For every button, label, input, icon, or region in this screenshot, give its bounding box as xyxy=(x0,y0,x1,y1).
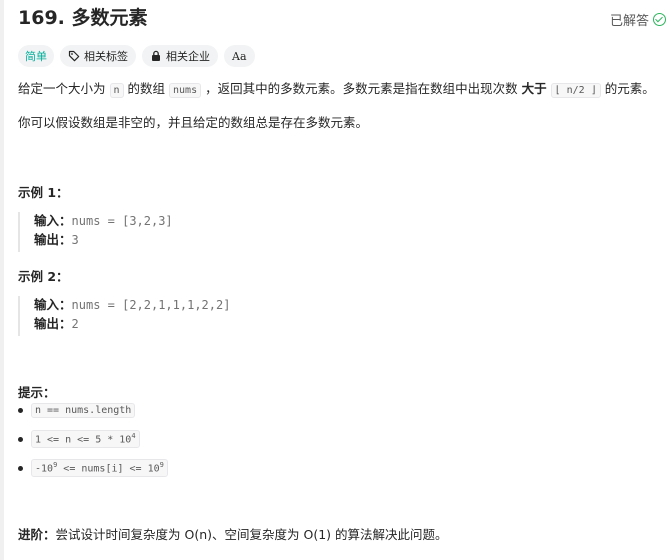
tag-bar: 简单 相关标签 相关企业 Aa xyxy=(18,45,255,67)
constraint-text: -10 xyxy=(35,463,54,475)
tag-icon xyxy=(68,50,80,62)
constraint-item: -109 <= nums[i] <= 109 xyxy=(18,458,168,478)
solved-label: 已解答 xyxy=(609,14,649,29)
desc-text: ，返回其中的多数元素。多数元素是指在数组中出现次数 xyxy=(205,81,518,96)
constraint-item: 1 <= n <= 5 * 104 xyxy=(18,429,140,449)
font-size-button[interactable]: Aa xyxy=(224,45,255,67)
input-value: nums = [2,2,1,1,1,2,2] xyxy=(71,298,231,312)
example-1-block: 输入：nums = [3,2,3] 输出：3 xyxy=(18,212,320,252)
related-companies-button[interactable]: 相关企业 xyxy=(142,45,218,67)
input-value: nums = [3,2,3] xyxy=(71,214,173,228)
example-2-output: 输出：2 xyxy=(34,315,79,333)
example-2-input: 输入：nums = [2,2,1,1,1,2,2] xyxy=(34,296,230,314)
example-2-title: 示例 2： xyxy=(18,269,69,284)
follow-up: 进阶：尝试设计时间复杂度为 O(n)、空间复杂度为 O(1) 的算法解决此问题。 xyxy=(18,526,448,544)
constraint-code: -109 <= nums[i] <= 109 xyxy=(31,459,168,477)
lock-icon xyxy=(150,50,162,62)
desc-text: 的元素。 xyxy=(604,81,655,96)
panel-divider xyxy=(0,0,4,560)
example-2-block: 输入：nums = [2,2,1,1,1,2,2] 输出：2 xyxy=(18,296,320,336)
output-label: 输出： xyxy=(34,232,72,247)
title-row: 169. 多数元素 已解答 xyxy=(18,5,666,33)
constraint-code: 1 <= n <= 5 * 104 xyxy=(31,430,140,448)
bullet-icon xyxy=(18,436,23,442)
solved-status: 已解答 xyxy=(610,10,666,29)
description-paragraph-1: 给定一个大小为 n 的数组 nums ，返回其中的多数元素。多数元素是指在数组中… xyxy=(18,80,655,100)
constraint-item: n == nums.length xyxy=(18,400,136,420)
example-1-output: 输出：3 xyxy=(34,231,79,249)
desc-text: 的数组 xyxy=(127,81,166,96)
follow-up-label: 进阶： xyxy=(18,527,56,542)
constraint-code: n == nums.length xyxy=(31,402,136,418)
input-label: 输入： xyxy=(34,213,72,228)
bullet-icon xyxy=(18,407,23,413)
problem-description-panel: 169. 多数元素 已解答 简单 相关标签 相关企业 Aa 给定一个大小为 n … xyxy=(0,0,672,560)
related-tags-button[interactable]: 相关标签 xyxy=(60,45,136,67)
example-1-title: 示例 1： xyxy=(18,185,69,200)
description-paragraph-2: 你可以假设数组是非空的，并且给定的数组总是存在多数元素。 xyxy=(18,115,369,130)
constraint-exponent: 9 xyxy=(159,461,164,470)
constraints-title: 提示： xyxy=(18,385,56,400)
check-circle-icon xyxy=(653,13,666,26)
example-1-input: 输入：nums = [3,2,3] xyxy=(34,212,173,230)
follow-up-text: 尝试设计时间复杂度为 O(n)、空间复杂度为 O(1) 的算法解决此问题。 xyxy=(55,527,448,542)
constraint-exponent: 4 xyxy=(131,432,136,441)
font-size-icon: Aa xyxy=(232,49,247,63)
output-value: 3 xyxy=(71,233,79,247)
desc-text: 给定一个大小为 xyxy=(18,81,106,96)
input-label: 输入： xyxy=(34,297,72,312)
related-tags-label: 相关标签 xyxy=(84,50,128,63)
code-n: n xyxy=(109,83,124,98)
output-value: 2 xyxy=(71,317,79,331)
code-floor: ⌊ n/2 ⌋ xyxy=(550,83,601,98)
code-nums: nums xyxy=(169,83,202,98)
bullet-icon xyxy=(18,465,23,471)
constraint-text: <= nums[i] <= 10 xyxy=(57,463,160,475)
constraint-text: 1 <= n <= 5 * 10 xyxy=(35,434,132,446)
output-label: 输出： xyxy=(34,316,72,331)
problem-title[interactable]: 169. 多数元素 xyxy=(18,5,148,31)
related-companies-label: 相关企业 xyxy=(166,50,210,63)
desc-bold: 大于 xyxy=(521,81,547,96)
difficulty-badge[interactable]: 简单 xyxy=(18,45,54,67)
